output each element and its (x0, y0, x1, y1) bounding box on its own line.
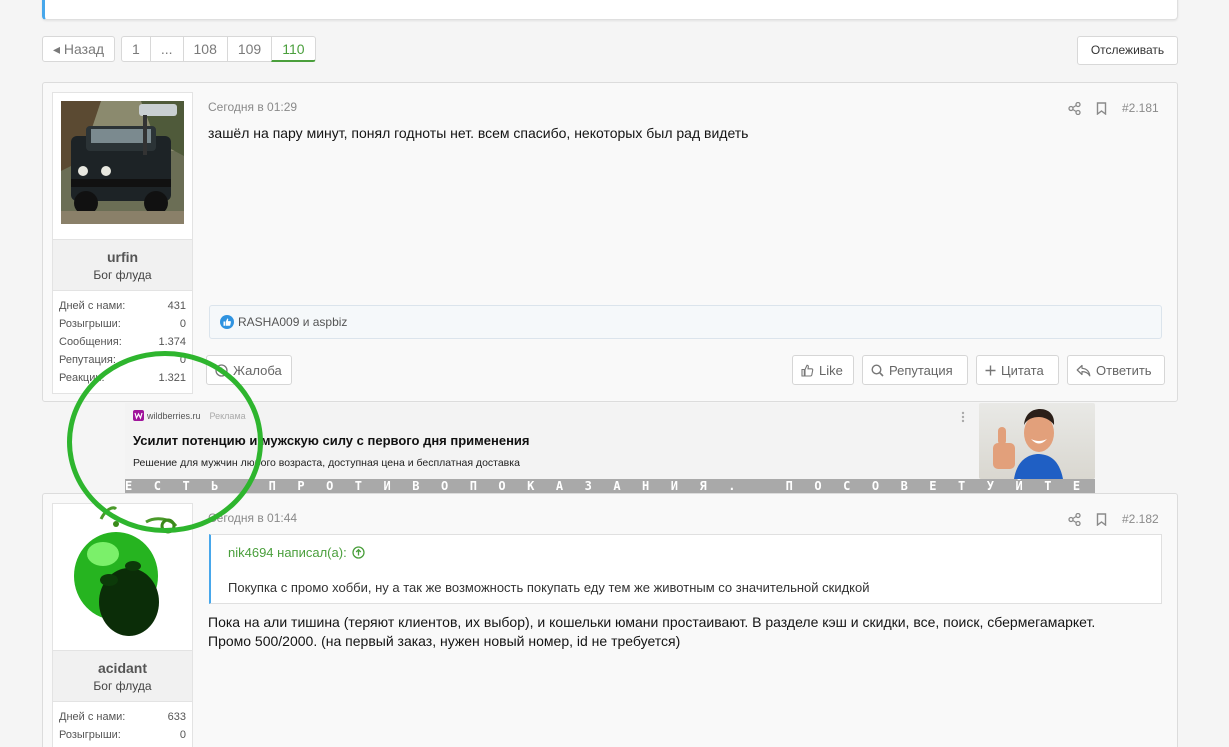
search-icon (871, 363, 884, 377)
report-icon (215, 363, 228, 377)
arrow-up-circle-icon[interactable] (352, 546, 365, 559)
page-link-109[interactable]: 109 (226, 36, 273, 62)
thumbs-up-icon (801, 364, 814, 377)
page-link-1[interactable]: 1 (121, 36, 151, 62)
avatar[interactable] (61, 101, 184, 224)
user-title: Бог флуда (93, 679, 152, 693)
follow-thread-button[interactable]: Отслеживать (1077, 36, 1178, 65)
stat-row: Сообщения: 1.374 (59, 336, 186, 348)
quote-button[interactable]: Цитата (976, 355, 1059, 385)
bookmark-icon[interactable] (1096, 512, 1107, 526)
ad-image[interactable] (979, 403, 1095, 479)
page-link-108[interactable]: 108 (182, 36, 228, 62)
ad-title[interactable]: Усилит потенцию и мужскую силу с первого… (133, 433, 530, 448)
post-time[interactable]: Сегодня в 01:29 (208, 100, 297, 114)
previous-block (42, 0, 1178, 20)
post-2182: acidant Бог флуда Дней с нами: 633 Розыгр… (42, 493, 1178, 747)
wildberries-logo-icon (133, 410, 144, 421)
post-time[interactable]: Сегодня в 01:44 (208, 511, 297, 525)
post-number[interactable]: #2.181 (1122, 101, 1159, 115)
post-message: зашёл на пару минут, понял годноты нет. … (208, 125, 749, 141)
ad-warning: ЕСТЬ ПРОТИВОПОКАЗАНИЯ. ПОСОВЕТУЙТЕСЬ С В… (125, 479, 1095, 493)
ad-tag: Реклама (209, 410, 246, 421)
quote-text: Покупка с промо хобби, ну а так же возмо… (228, 580, 870, 595)
reputation-button[interactable]: Репутация (862, 355, 968, 385)
user-stats: Дней с нами: 633 Розыгрыши: 0 (53, 702, 192, 746)
pagination: ◂ Назад 1 ... 108 109 110 (42, 36, 316, 62)
like-button[interactable]: Like (792, 355, 854, 385)
share-icon[interactable] (1068, 512, 1081, 526)
user-stats: Дней с нами: 431 Розыгрыши: 0 Сообщения: 1.… (53, 291, 192, 389)
user-info-panel: urfin Бог флуда Дней с нами: 431 Розыгрыш… (52, 92, 193, 394)
user-info-panel: acidant Бог флуда Дней с нами: 633 Розыгр… (52, 503, 193, 747)
stat-row: Дней с нами: 633 (59, 711, 186, 723)
page-link-110-current[interactable]: 110 (271, 36, 316, 62)
page-ellipsis[interactable]: ... (149, 36, 184, 62)
stat-row: Реакции: 1.321 (59, 372, 186, 384)
post-2181: urfin Бог флуда Дней с нами: 431 Розыгрыш… (42, 82, 1178, 402)
post-number[interactable]: #2.182 (1122, 512, 1159, 526)
reply-icon (1076, 364, 1091, 376)
stat-row: Репутация: 0 (59, 354, 186, 366)
quote-author[interactable]: nik4694 написал(а): (228, 545, 347, 560)
reply-button[interactable]: Ответить (1067, 355, 1165, 385)
post-message-line-1: Пока на али тишина (теряют клиентов, их … (208, 614, 1096, 630)
avatar[interactable] (61, 504, 184, 644)
stat-row: Розыгрыши: 0 (59, 318, 186, 330)
bookmark-icon[interactable] (1096, 101, 1107, 115)
reactions-bar[interactable]: RASHA009 и aspbiz (209, 305, 1162, 339)
post-message-line-2: Промо 500/2000. (на первый заказ, нужен … (208, 633, 681, 649)
username[interactable]: acidant (53, 660, 192, 676)
advertisement[interactable]: wildberries.ru Реклама Усилит потенцию и… (125, 403, 1095, 493)
username[interactable]: urfin (53, 249, 192, 265)
user-title: Бог флуда (93, 268, 152, 282)
report-button[interactable]: Жалоба (206, 355, 292, 385)
ad-description: Решение для мужчин любого возраста, дост… (133, 457, 520, 469)
like-reaction-icon (220, 315, 234, 329)
ad-source[interactable]: wildberries.ru (147, 411, 201, 421)
reactions-users[interactable]: RASHA009 и aspbiz (238, 315, 347, 329)
stat-row: Дней с нами: 431 (59, 300, 186, 312)
ad-menu-icon[interactable] (961, 411, 965, 423)
back-button[interactable]: ◂ Назад (42, 36, 116, 62)
plus-icon (985, 365, 996, 375)
share-icon[interactable] (1068, 101, 1081, 115)
quote-block: nik4694 написал(а): Покупка с промо хобб… (209, 534, 1162, 604)
stat-row: Розыгрыши: 0 (59, 729, 186, 741)
